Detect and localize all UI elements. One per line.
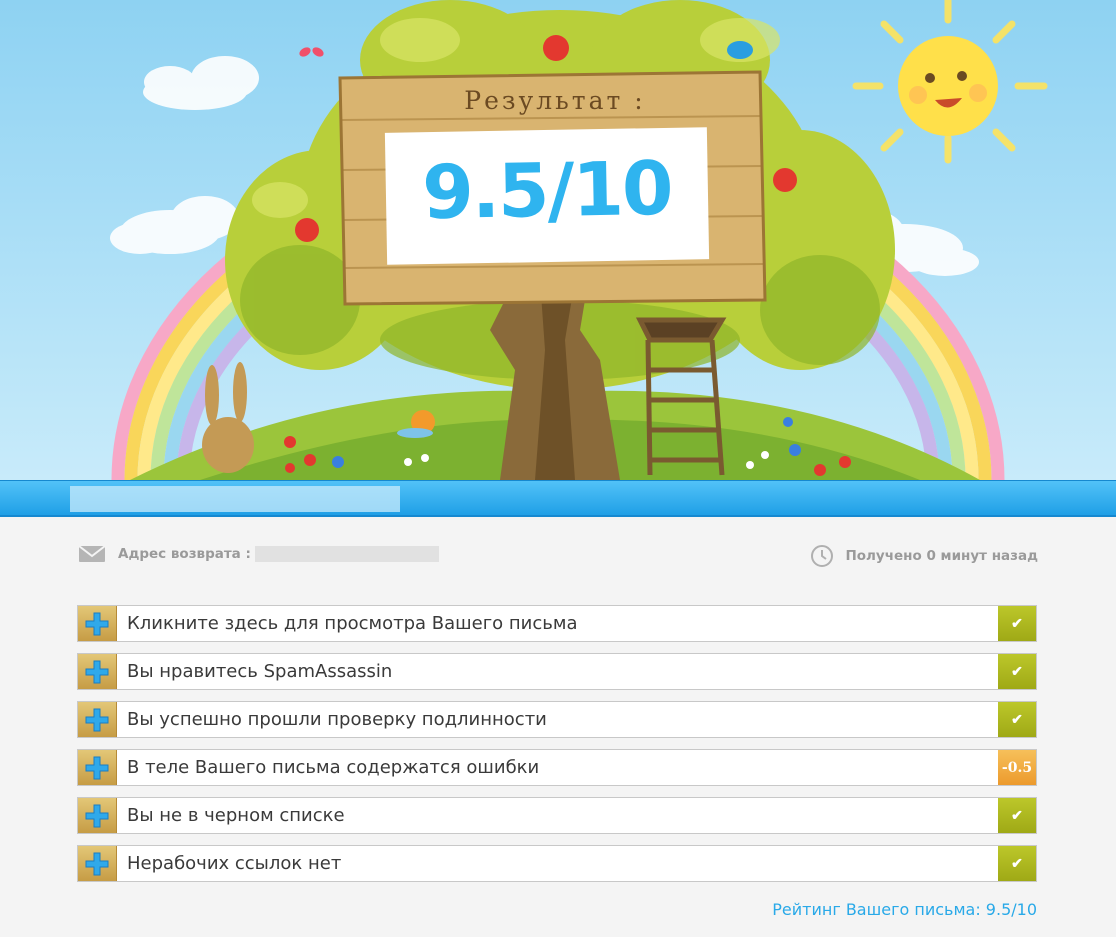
result-illustration: Результат : 9.5/10	[0, 0, 1116, 480]
score-value: 9.5/10	[421, 145, 673, 237]
check-row-authentication[interactable]: Вы успешно прошли проверку подлинности ✔	[77, 701, 1037, 738]
check-icon: ✔	[998, 606, 1036, 641]
clock-icon	[811, 545, 834, 567]
plus-icon[interactable]	[78, 750, 117, 785]
score-card: 9.5/10	[384, 127, 710, 265]
butterfly-icon	[299, 47, 324, 57]
check-row-body-errors[interactable]: В теле Вашего письма содержатся ошибки -…	[77, 749, 1037, 786]
check-row-spamassassin[interactable]: Вы нравитесь SpamAssassin ✔	[77, 653, 1037, 690]
check-icon: ✔	[998, 798, 1036, 833]
check-icon: ✔	[998, 702, 1036, 737]
subject-bar	[0, 480, 1116, 517]
bunny-icon	[202, 362, 254, 473]
sun-icon	[852, 0, 1048, 164]
result-title: Результат :	[464, 86, 646, 115]
received-time: Получено 0 минут назад	[811, 545, 1038, 567]
plus-icon[interactable]	[78, 606, 117, 641]
plus-icon[interactable]	[78, 846, 117, 881]
check-list: Кликните здесь для просмотра Вашего пись…	[77, 605, 1037, 893]
redacted-return-address	[254, 546, 439, 562]
check-label: В теле Вашего письма содержатся ошибки	[127, 757, 540, 778]
check-row-view-email[interactable]: Кликните здесь для просмотра Вашего пись…	[77, 605, 1037, 642]
redacted-subject	[70, 486, 400, 512]
check-icon: ✔	[998, 654, 1036, 689]
check-icon: ✔	[998, 846, 1036, 881]
return-address-label: Адрес возврата :	[118, 546, 251, 562]
penalty-badge: -0.5	[998, 750, 1036, 785]
check-label: Вы не в черном списке	[127, 805, 345, 826]
check-row-blacklist[interactable]: Вы не в черном списке ✔	[77, 797, 1037, 834]
return-address: Адрес возврата :	[78, 545, 439, 563]
check-label: Вы нравитесь SpamAssassin	[127, 661, 393, 682]
check-label: Кликните здесь для просмотра Вашего пись…	[127, 613, 578, 634]
received-time-label: Получено 0 минут назад	[845, 548, 1038, 564]
envelope-icon	[78, 545, 106, 562]
check-row-broken-links[interactable]: Нерабочих ссылок нет ✔	[77, 845, 1037, 882]
plus-icon[interactable]	[78, 702, 117, 737]
email-rating: Рейтинг Вашего письма: 9.5/10	[772, 900, 1037, 919]
plus-icon[interactable]	[78, 654, 117, 689]
check-label: Вы успешно прошли проверку подлинности	[127, 709, 547, 730]
plus-icon[interactable]	[78, 798, 117, 833]
check-label: Нерабочих ссылок нет	[127, 853, 342, 874]
